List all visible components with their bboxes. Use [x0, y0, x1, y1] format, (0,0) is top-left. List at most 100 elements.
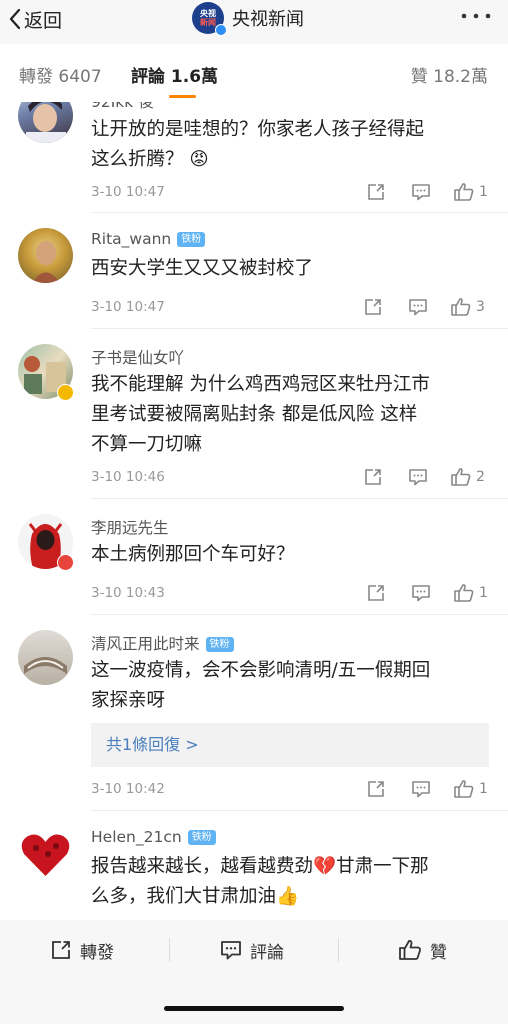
- separator: [338, 938, 339, 962]
- like-count: 1: [479, 585, 488, 601]
- home-indicator[interactable]: [164, 1006, 344, 1011]
- share-icon: [368, 585, 384, 601]
- comment-text-line-part: 这么折腾？: [91, 149, 184, 170]
- comment-text-line: 这一波疫情，会不会影响清明/五一假期回: [91, 660, 431, 681]
- like-count: 2: [476, 469, 485, 485]
- comment-username[interactable]: 92Ikk 後: [91, 102, 154, 112]
- broken-heart-emoji: 💔: [313, 856, 337, 877]
- avatar[interactable]: [18, 228, 73, 283]
- reply-comment-button[interactable]: [411, 778, 431, 800]
- page-title: 央视新闻: [232, 9, 304, 30]
- fan-badge: 铁粉: [205, 637, 234, 652]
- thumbs-up-icon: [399, 940, 421, 960]
- share-comment-button[interactable]: [366, 778, 386, 800]
- share-icon: [368, 781, 384, 797]
- comment-text: 西安大学生又又又被封校了: [91, 254, 491, 284]
- cctv-news-avatar: 央视 新闻: [192, 2, 227, 36]
- reply-comment-button[interactable]: [408, 466, 428, 488]
- comment-item: 92Ikk 後 让开放的是哇想的？你家老人孩子经得起 这么折腾？ 😡 3-10 …: [0, 102, 508, 213]
- comment-time: 3-10 10:46: [91, 469, 165, 485]
- share-icon: [365, 299, 381, 315]
- tab-bar: 轉發 6407 評論 1.6萬 贊 18.2萬: [0, 44, 508, 102]
- share-comment-button[interactable]: [366, 582, 386, 604]
- logo-text-line2: 新闻: [200, 18, 216, 27]
- fan-badge: 铁粉: [177, 232, 206, 247]
- avatar[interactable]: [18, 102, 73, 143]
- verified-badge-icon: [215, 24, 227, 36]
- like-comment-button[interactable]: 1: [453, 582, 488, 604]
- back-button[interactable]: 返回: [8, 4, 62, 34]
- comment-text-line: 么多，我们大甘肃加油👍: [91, 882, 491, 912]
- comment-username-text: 清风正用此时来: [91, 635, 200, 653]
- comment-item: Rita_wann 铁粉 西安大学生又又又被封校了 3-10 10:47 3: [0, 212, 508, 329]
- chevron-left-icon: [9, 8, 21, 30]
- comment-username[interactable]: 子书是仙女吖: [91, 346, 184, 368]
- logo-text-line1: 央视: [200, 9, 216, 18]
- verified-badge-icon: [57, 554, 74, 571]
- reply-comment-button[interactable]: [411, 181, 431, 203]
- like-count: 1: [479, 184, 488, 200]
- share-comment-button[interactable]: [363, 466, 383, 488]
- repost-button[interactable]: 轉發: [50, 936, 114, 964]
- comment-text-line-part: 么多，我们大甘肃加油: [91, 886, 277, 907]
- like-comment-button[interactable]: 1: [453, 181, 488, 203]
- avatar-photo: [26, 102, 66, 143]
- more-options-icon[interactable]: [460, 6, 492, 26]
- comment-text: 这一波疫情，会不会影响清明/五一假期回 家探亲呀: [91, 656, 491, 716]
- avatar[interactable]: [18, 630, 73, 685]
- comment-text: 本土病例那回个车可好？: [91, 540, 491, 570]
- comment-list[interactable]: 92Ikk 後 让开放的是哇想的？你家老人孩子经得起 这么折腾？ 😡 3-10 …: [0, 102, 508, 920]
- avatar-photo: [32, 241, 60, 283]
- repost-label: 轉發: [80, 942, 114, 963]
- share-comment-button[interactable]: [366, 181, 386, 203]
- comment-icon: [409, 469, 427, 486]
- thumbs-up-icon: [451, 468, 471, 486]
- view-replies-link[interactable]: 共1條回復 >: [91, 723, 489, 767]
- comment-text-line: 报告越来越长，越看越费劲💔甘肃一下那: [91, 852, 491, 882]
- avatar-photo: [21, 834, 70, 876]
- like-comment-button[interactable]: 3: [450, 296, 485, 318]
- thumbs-up-emoji: 👍: [276, 886, 300, 907]
- comment-icon: [409, 299, 427, 316]
- comment-text-line-part: 甘肃一下那: [336, 856, 429, 877]
- comment-time: 3-10 10:42: [91, 781, 165, 797]
- thumbs-up-icon: [454, 780, 474, 798]
- share-icon: [368, 184, 384, 200]
- comment-label: 評論: [250, 942, 284, 963]
- comment-time: 3-10 10:47: [91, 299, 165, 315]
- comment-icon: [221, 941, 241, 960]
- comment-text-line: 本土病例那回个车可好？: [91, 544, 295, 565]
- like-button[interactable]: 贊: [398, 936, 447, 964]
- comment-text: 报告越来越长，越看越费劲💔甘肃一下那 么多，我们大甘肃加油👍: [91, 852, 491, 912]
- comment-button[interactable]: 評論: [220, 936, 284, 964]
- top-nav-bar: 返回 央视 新闻 央视新闻: [0, 0, 508, 44]
- comment-item: Helen_21cn 铁粉 报告越来越长，越看越费劲💔甘肃一下那 么多，我们大甘肃…: [0, 810, 508, 920]
- like-label: 贊: [430, 942, 447, 963]
- like-count: 3: [476, 299, 485, 315]
- reply-comment-button[interactable]: [411, 582, 431, 604]
- like-count: 1: [479, 781, 488, 797]
- comment-username[interactable]: Helen_21cn 铁粉: [91, 828, 216, 846]
- comment-icon: [412, 184, 430, 201]
- comment-username[interactable]: 清风正用此时来 铁粉: [91, 632, 234, 654]
- comment-username[interactable]: Rita_wann 铁粉: [91, 230, 206, 248]
- comment-username[interactable]: 李朋远先生: [91, 516, 169, 538]
- share-comment-button[interactable]: [363, 296, 383, 318]
- avatar[interactable]: [18, 826, 73, 881]
- fan-badge: 铁粉: [187, 830, 216, 845]
- like-comment-button[interactable]: 1: [453, 778, 488, 800]
- tab-repost[interactable]: 轉發 6407: [19, 62, 102, 87]
- thumbs-up-icon: [454, 183, 474, 201]
- comment-time: 3-10 10:43: [91, 585, 165, 601]
- reply-comment-button[interactable]: [408, 296, 428, 318]
- comment-icon: [412, 585, 430, 602]
- comment-text-line: 让开放的是哇想的？你家老人孩子经得起: [91, 119, 425, 140]
- comment-text: 我不能理解 为什么鸡西鸡冠区来牡丹江市 里考试要被隔离贴封条 都是低风险 这样 …: [91, 370, 491, 460]
- comment-text-line: 西安大学生又又又被封校了: [91, 258, 314, 279]
- tab-comment[interactable]: 評論 1.6萬: [131, 62, 218, 87]
- account-header[interactable]: 央视 新闻 央视新闻: [192, 2, 304, 36]
- like-comment-button[interactable]: 2: [450, 466, 485, 488]
- comment-text-line-part: 报告越来越长，越看越费劲: [91, 856, 314, 877]
- tab-like[interactable]: 贊 18.2萬: [411, 62, 488, 87]
- avatar-photo: [24, 657, 67, 674]
